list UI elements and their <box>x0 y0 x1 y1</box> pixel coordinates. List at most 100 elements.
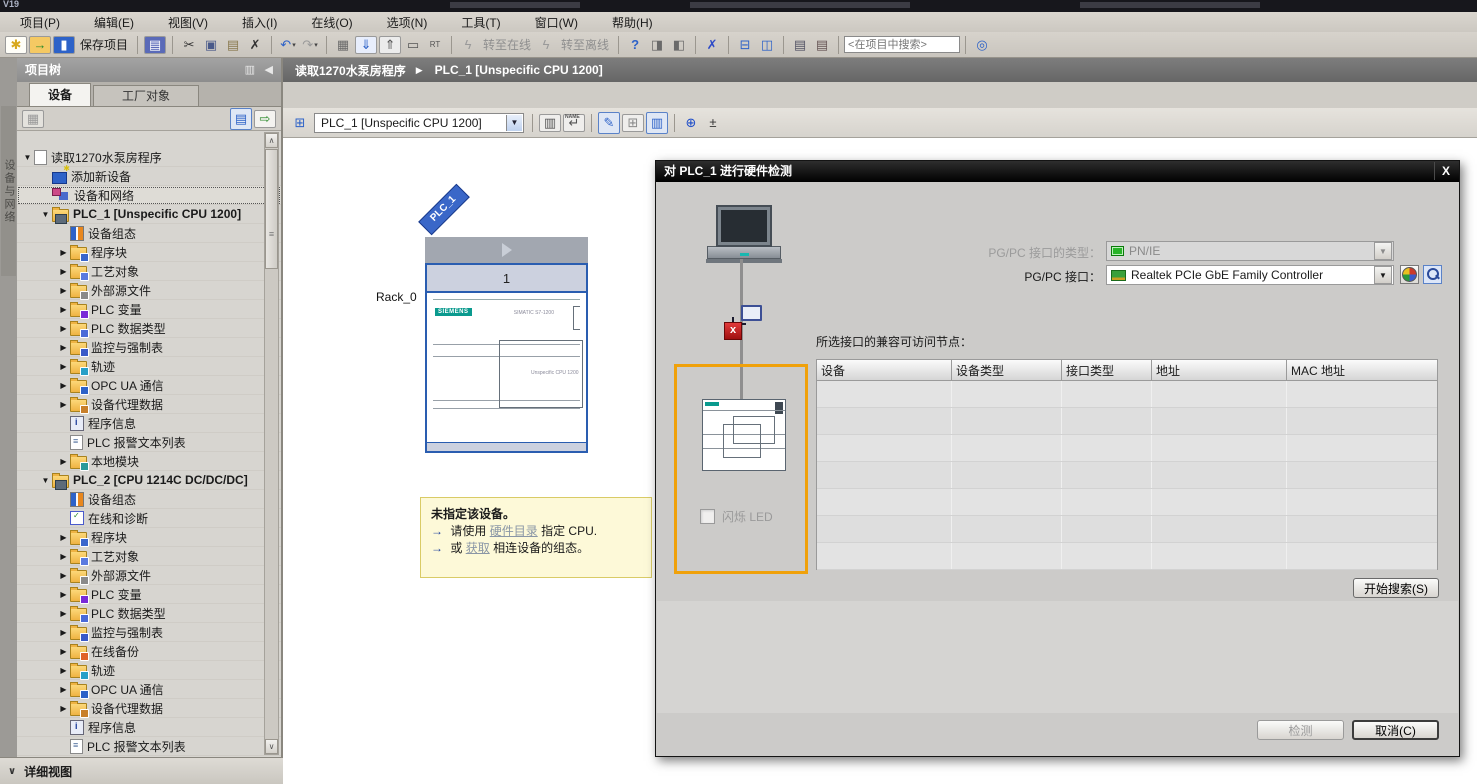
project-search-input[interactable] <box>844 36 960 53</box>
cross-reference-icon[interactable]: ✗ <box>702 35 722 55</box>
zoom-level-icon[interactable]: ± <box>703 113 723 133</box>
expander-icon[interactable]: ▶ <box>57 305 70 314</box>
tree-item[interactable]: ▶工艺对象 <box>17 262 281 281</box>
scrollbar-thumb[interactable] <box>265 149 278 269</box>
chevron-down-icon[interactable]: ▼ <box>1374 266 1392 284</box>
redo-icon[interactable]: ↷▾ <box>300 35 320 55</box>
breadcrumb-device[interactable]: PLC_1 [Unspecific CPU 1200] <box>435 63 603 77</box>
table-row[interactable] <box>817 408 1437 435</box>
expander-icon[interactable]: ▶ <box>57 400 70 409</box>
tree-item[interactable]: ▶OPC UA 通信 <box>17 680 281 699</box>
open-project-icon[interactable]: → <box>29 36 51 54</box>
flash-led-checkbox[interactable] <box>700 509 715 524</box>
scroll-down-icon[interactable]: ∨ <box>265 739 278 754</box>
scroll-up-icon[interactable]: ∧ <box>265 133 278 148</box>
menu-item-0[interactable]: 项目(P) <box>10 13 70 32</box>
tab-plant-objects[interactable]: 工厂对象 <box>93 85 199 106</box>
plc-name-tag[interactable]: PLC_1 <box>418 184 470 236</box>
tree-item[interactable]: ▶设备代理数据 <box>17 699 281 718</box>
column-header[interactable]: 设备类型 <box>952 360 1062 380</box>
tree-item[interactable]: PLC 报警文本列表 <box>17 737 281 756</box>
tree-item[interactable]: 在线和诊断 <box>17 509 281 528</box>
tree-item[interactable]: 设备组态 <box>17 490 281 509</box>
rt-icon[interactable]: RT <box>425 35 445 55</box>
tree-item[interactable]: ▼读取1270水泵房程序 <box>17 148 281 167</box>
zoom-icon[interactable]: ⊕ <box>681 113 701 133</box>
tree-item[interactable]: ▶PLC 数据类型 <box>17 604 281 623</box>
hardware-catalog-link[interactable]: 硬件目录 <box>490 524 538 538</box>
save-project-label[interactable]: 保存项目 <box>80 36 128 53</box>
device-addresses-icon[interactable]: ▥ <box>539 114 561 132</box>
tab-devices[interactable]: 设备 <box>29 83 91 106</box>
tree-item[interactable]: PLC 报警文本列表 <box>17 433 281 452</box>
menu-item-3[interactable]: 插入(I) <box>232 13 287 32</box>
global-search-icon[interactable]: ◎ <box>972 35 992 55</box>
tree-item[interactable]: 设备和网络 <box>17 186 281 205</box>
chevron-down-icon[interactable]: ▼ <box>506 115 522 131</box>
name-editor-icon[interactable]: NAME↵ <box>563 114 585 132</box>
expander-icon[interactable]: ▶ <box>57 571 70 580</box>
table-row[interactable] <box>817 516 1437 543</box>
tree-item[interactable]: 添加新设备 <box>17 167 281 186</box>
expander-icon[interactable]: ▶ <box>57 666 70 675</box>
menu-item-6[interactable]: 工具(T) <box>451 13 510 32</box>
expander-icon[interactable]: ▶ <box>57 362 70 371</box>
go-online-icon[interactable]: ϟ <box>458 35 478 55</box>
menu-item-2[interactable]: 视图(V) <box>158 13 218 32</box>
column-header[interactable]: 接口类型 <box>1062 360 1152 380</box>
tree-item[interactable]: ▼PLC_1 [Unspecific CPU 1200] <box>17 205 281 224</box>
tree-item[interactable]: ▶轨迹 <box>17 357 281 376</box>
tree-scrollbar[interactable]: ∧ ≡ ∨ <box>264 132 279 755</box>
browse-interfaces-button[interactable] <box>1423 265 1442 284</box>
highlight-io-icon[interactable]: ✎ <box>598 112 620 134</box>
expander-icon[interactable]: ▶ <box>57 248 70 257</box>
new-project-icon[interactable]: ✱ <box>5 36 27 54</box>
close-icon[interactable]: X <box>1434 162 1457 180</box>
table-row[interactable] <box>817 462 1437 489</box>
device-selector[interactable]: PLC_1 [Unspecific CPU 1200]▼ <box>314 113 524 133</box>
table-row[interactable] <box>817 543 1437 570</box>
go-online-label[interactable]: 转至在线 <box>483 36 531 53</box>
expander-icon[interactable]: ▶ <box>57 628 70 637</box>
menu-item-7[interactable]: 窗口(W) <box>525 13 588 32</box>
expander-icon[interactable]: ▼ <box>39 210 52 219</box>
start-sim-icon[interactable]: ◨ <box>647 35 667 55</box>
dialog-titlebar[interactable]: 对 PLC_1 进行硬件检测 <box>656 161 1459 182</box>
tree-item[interactable]: ▶在线备份 <box>17 642 281 661</box>
chevron-down-icon[interactable]: ∨ <box>8 766 16 777</box>
start-search-button[interactable]: 开始搜索(S) <box>1353 578 1439 598</box>
menu-item-1[interactable]: 编辑(E) <box>84 13 144 32</box>
expander-icon[interactable]: ▶ <box>57 343 70 352</box>
keyboard-check-icon[interactable]: ▤ <box>790 35 810 55</box>
detect-button[interactable]: 检测 <box>1257 720 1344 740</box>
table-row[interactable] <box>817 435 1437 462</box>
tree-item[interactable]: ▶程序块 <box>17 528 281 547</box>
open-editor-icon[interactable]: ⇨ <box>254 110 276 128</box>
expander-icon[interactable]: ▶ <box>57 381 70 390</box>
scrollbar-grip-icon[interactable]: ≡ <box>265 229 278 239</box>
tree-item[interactable]: ▶设备代理数据 <box>17 395 281 414</box>
split-horizontal-icon[interactable]: ⊟ <box>735 35 755 55</box>
network-view-icon[interactable]: ⊞ <box>290 113 310 133</box>
go-offline-icon[interactable]: ϟ <box>536 35 556 55</box>
download-to-device-icon[interactable]: ⇓ <box>355 36 377 54</box>
menu-item-8[interactable]: 帮助(H) <box>602 13 663 32</box>
stop-sim-icon[interactable]: ◧ <box>669 35 689 55</box>
delete-icon[interactable]: ✗ <box>245 35 265 55</box>
cut-icon[interactable]: ✂ <box>179 35 199 55</box>
paste-icon[interactable]: ▤ <box>223 35 243 55</box>
expander-icon[interactable]: ▶ <box>57 647 70 656</box>
expand-rack-icon[interactable] <box>502 243 512 257</box>
tree-item[interactable]: 程序信息 <box>17 414 281 433</box>
start-cpu-icon[interactable]: ▭ <box>403 35 423 55</box>
online-diagnostics-icon[interactable]: ? <box>625 35 645 55</box>
pgpc-interface-dropdown[interactable]: Realtek PCIe GbE Family Controller ▼ <box>1106 265 1394 285</box>
expander-icon[interactable]: ▼ <box>39 476 52 485</box>
interface-properties-button[interactable] <box>1400 265 1419 284</box>
collapse-panel-icon[interactable]: ◀ <box>265 58 273 82</box>
expander-icon[interactable]: ▶ <box>57 267 70 276</box>
tree-item[interactable]: 程序信息 <box>17 718 281 737</box>
devices-networks-vertical-tab[interactable]: 设备与网络 <box>1 106 16 276</box>
keyboard-cancel-icon[interactable]: ▤ <box>812 35 832 55</box>
tree-item[interactable]: ▶外部源文件 <box>17 566 281 585</box>
